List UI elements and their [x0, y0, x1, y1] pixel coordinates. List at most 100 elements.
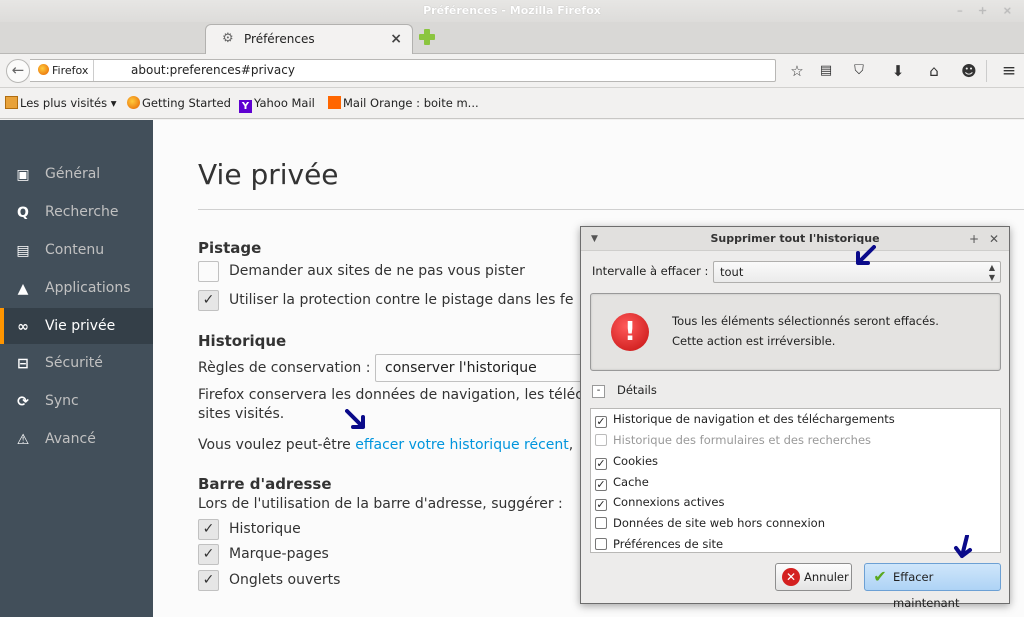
annotation-arrow-icon	[345, 409, 365, 429]
window-controls[interactable]: – + ×	[957, 0, 1018, 22]
identity-box[interactable]: Firefox	[38, 60, 95, 81]
suggest-bookmarks-checkbox[interactable]: ✓	[198, 544, 219, 565]
url-text[interactable]: about:preferences#privacy	[131, 60, 295, 81]
checkbox[interactable]: ✓	[595, 499, 607, 511]
history-heading: Historique	[198, 332, 287, 350]
nav-bar: Firefox about:preferences#privacy ← ☆ ▤ …	[0, 54, 1024, 88]
warning-line2: Cette action est irréversible.	[672, 334, 836, 348]
firefox-icon	[38, 64, 49, 75]
suggest-history-checkbox[interactable]: ✓	[198, 519, 219, 540]
dialog-titlebar: ▼ Supprimer tout l'historique + ✕	[581, 227, 1009, 251]
cancel-button[interactable]: ✕ Annuler	[775, 563, 852, 591]
bookmark-star-icon[interactable]: ☆	[788, 62, 806, 80]
history-mode-select[interactable]: conserver l'historique	[375, 354, 595, 382]
tab-close-icon[interactable]: ×	[390, 31, 402, 47]
list-item[interactable]: ✓ Cookies	[595, 454, 658, 470]
new-tab-plus-icon[interactable]	[419, 29, 435, 45]
downloads-icon[interactable]: ⬇	[889, 62, 907, 80]
range-value: tout	[720, 265, 744, 279]
bookmarks-toolbar: Les plus visités ▾ Getting Started Y Yaho…	[0, 89, 1024, 119]
sidebar-item-label: Sync	[45, 393, 79, 409]
applications-icon: ▲	[17, 281, 29, 297]
dialog-maximize-icon[interactable]: +	[969, 227, 979, 251]
clear-recent-history-link[interactable]: effacer votre historique récent	[355, 437, 569, 453]
list-item: Historique des formulaires et des recher…	[595, 433, 871, 447]
suggest-bookmarks-label[interactable]: Marque-pages	[229, 546, 329, 562]
sidebar-item-advanced[interactable]: ⚠ Avancé	[0, 421, 153, 457]
sidebar-item-privacy[interactable]: ∞ Vie privée	[0, 308, 153, 344]
range-label: Intervalle à effacer :	[592, 264, 709, 278]
item-label: Connexions actives	[613, 495, 725, 509]
history-rules-label: Règles de conservation :	[198, 360, 371, 376]
item-label: Données de site web hors connexion	[613, 516, 825, 530]
sidebar-item-sync[interactable]: ⟳ Sync	[0, 383, 153, 419]
orange-icon	[328, 96, 341, 109]
sidebar-item-label: Vie privée	[45, 318, 116, 334]
dnt-label[interactable]: Demander aux sites de ne pas vous pister	[229, 263, 525, 279]
reading-list-icon[interactable]: ▤	[817, 62, 835, 80]
sidebar-item-label: Sécurité	[45, 355, 103, 371]
clear-now-button[interactable]: ✔ Effacer maintenant	[864, 563, 1001, 610]
tracking-protection-checkbox[interactable]: ✓	[198, 290, 219, 311]
bookmark-yahoo-mail[interactable]: Y Yahoo Mail	[239, 96, 315, 113]
url-bar[interactable]: Firefox about:preferences#privacy	[30, 59, 776, 82]
hint-suffix: ,	[568, 437, 574, 453]
checkbox[interactable]	[595, 538, 607, 550]
warning-box: ! Tous les éléments sélectionnés seront …	[590, 293, 1001, 371]
history-desc-line2: sites visités.	[198, 406, 285, 422]
error-icon: !	[611, 313, 649, 351]
back-arrow-icon[interactable]: ←	[6, 59, 30, 83]
dnt-checkbox[interactable]	[198, 261, 219, 282]
bookmark-getting-started[interactable]: Getting Started	[127, 96, 231, 110]
tracking-heading: Pistage	[198, 239, 262, 257]
checkmark-icon: ✔	[873, 567, 887, 586]
menu-hamburger-icon[interactable]: ≡	[1000, 62, 1018, 80]
list-item[interactable]: Préférences de site	[595, 537, 723, 551]
addressbar-heading: Barre d'adresse	[198, 475, 332, 493]
hint-prefix: Vous voulez peut-être	[198, 437, 356, 453]
suggest-history-label[interactable]: Historique	[229, 521, 301, 537]
checkbox	[595, 434, 607, 446]
list-item[interactable]: ✓ Connexions actives	[595, 495, 724, 511]
checkbox[interactable]: ✓	[595, 479, 607, 491]
home-icon[interactable]: ⌂	[925, 62, 943, 80]
suggest-tabs-checkbox[interactable]: ✓	[198, 570, 219, 591]
list-item[interactable]: ✓ Historique de navigation et des télécha…	[595, 412, 895, 428]
mask-icon: ∞	[17, 319, 29, 335]
gear-icon: ⚙	[222, 31, 234, 46]
tracking-protection-label[interactable]: Utiliser la protection contre le pistage…	[229, 292, 573, 308]
sidebar-item-applications[interactable]: ▲ Applications	[0, 270, 153, 306]
hello-chat-icon[interactable]: ☻	[960, 62, 978, 80]
pocket-icon[interactable]: ⛉	[850, 62, 868, 80]
sidebar-item-content[interactable]: ▤ Contenu	[0, 232, 153, 268]
sidebar-item-general[interactable]: ▣ Général	[0, 156, 153, 192]
cancel-icon: ✕	[782, 568, 800, 586]
sidebar-item-search[interactable]: Q Recherche	[0, 194, 153, 230]
bookmark-label: Les plus visités ▾	[20, 96, 117, 110]
bookmark-mail-orange[interactable]: Mail Orange : boite m...	[328, 96, 479, 110]
clear-history-dialog: ▼ Supprimer tout l'historique + ✕ Interv…	[580, 226, 1010, 610]
checkbox[interactable]	[595, 517, 607, 529]
warning-line1: Tous les éléments sélectionnés seront ef…	[672, 314, 939, 328]
toolbar-separator	[986, 60, 987, 82]
list-item[interactable]: ✓ Cache	[595, 475, 649, 491]
firefox-icon	[127, 96, 140, 109]
item-label: Cache	[613, 475, 649, 489]
dialog-menu-icon[interactable]: ▼	[591, 227, 598, 251]
suggest-tabs-label[interactable]: Onglets ouverts	[229, 572, 340, 588]
item-label: Historique de navigation et des téléchar…	[613, 412, 895, 426]
bookmark-most-visited[interactable]: Les plus visités ▾	[5, 96, 117, 110]
checkbox[interactable]: ✓	[595, 416, 607, 428]
list-item[interactable]: Données de site web hors connexion	[595, 516, 825, 530]
tab-strip: ⚙ Préférences ×	[0, 22, 1024, 54]
sidebar-item-security[interactable]: ⊟ Sécurité	[0, 345, 153, 381]
bookmark-label: Yahoo Mail	[254, 96, 315, 110]
lock-icon: ⊟	[17, 356, 29, 372]
sidebar-item-label: Contenu	[45, 242, 105, 258]
dialog-close-icon[interactable]: ✕	[989, 227, 999, 251]
details-label[interactable]: Détails	[617, 383, 657, 397]
tab-preferences[interactable]: ⚙ Préférences ×	[205, 24, 413, 54]
details-collapse-icon[interactable]: -	[592, 385, 605, 398]
item-label: Historique des formulaires et des recher…	[613, 433, 872, 447]
checkbox[interactable]: ✓	[595, 458, 607, 470]
